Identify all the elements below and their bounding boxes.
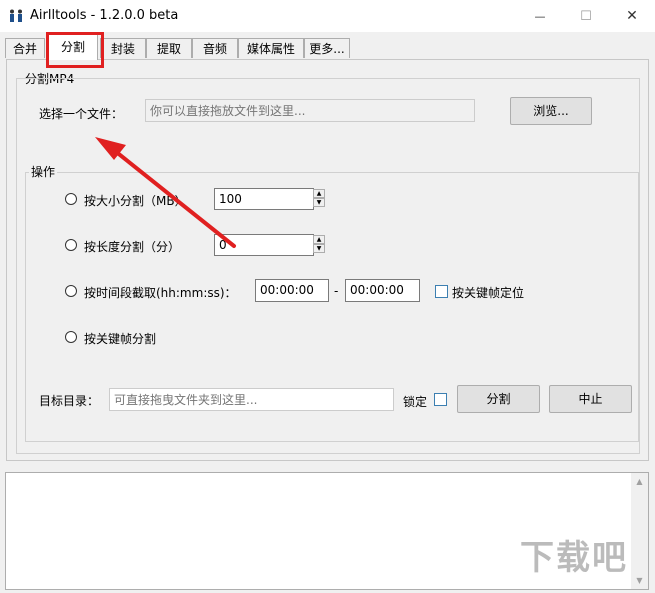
maximize-icon: ☐ [580, 8, 592, 24]
spin-up-icon[interactable]: ▲ [313, 235, 325, 244]
split-by-length-label: 按长度分割（分） [84, 240, 181, 254]
split-button[interactable]: 分割 [457, 385, 540, 413]
watermark-logo: 下载吧 [520, 538, 628, 578]
spin-up-icon[interactable]: ▲ [313, 189, 325, 198]
tab-extract[interactable]: 提取 [146, 38, 192, 58]
size-spinner[interactable]: ▲ ▼ [313, 189, 327, 207]
target-dir-input[interactable] [109, 388, 394, 411]
spin-down-icon[interactable]: ▼ [313, 244, 325, 253]
scroll-up-icon[interactable]: ▲ [631, 477, 648, 486]
scroll-down-icon[interactable]: ▼ [631, 576, 648, 585]
tab-highlight-box [46, 32, 104, 68]
tab-package[interactable]: 封装 [100, 38, 146, 58]
target-dir-label: 目标目录： [39, 394, 100, 408]
minimize-icon: — [534, 9, 546, 23]
keyframe-locate-checkbox[interactable] [435, 285, 448, 298]
title-bar[interactable]: Airlltools - 1.2.0.0 beta — ☐ ✕ [0, 0, 655, 32]
end-time-input[interactable]: 00:00:00 [345, 279, 420, 302]
radio-cut-by-time[interactable] [65, 285, 77, 297]
maximize-button[interactable]: ☐ [563, 0, 609, 32]
stop-button[interactable]: 中止 [549, 385, 632, 413]
keyframe-locate-label: 按关键帧定位 [452, 286, 525, 300]
file-label: 选择一个文件： [39, 107, 124, 121]
operation-group-title: 操作 [29, 163, 58, 180]
start-time-input[interactable]: 00:00:00 [255, 279, 329, 302]
time-separator: - [334, 284, 339, 298]
cut-by-time-label: 按时间段截取(hh:mm:ss)： [84, 286, 237, 300]
log-scrollbar[interactable]: ▲ ▼ [631, 473, 648, 589]
length-spinner[interactable]: ▲ ▼ [313, 235, 327, 253]
lock-label: 锁定 [403, 395, 428, 409]
close-icon: ✕ [626, 8, 638, 24]
tab-more[interactable]: 更多... [304, 38, 350, 58]
app-icon [10, 9, 22, 22]
tab-media-properties[interactable]: 媒体属性 [238, 38, 304, 58]
window-title: Airlltools - 1.2.0.0 beta [30, 8, 179, 23]
size-mb-input[interactable]: 100 [214, 188, 314, 210]
split-by-size-label: 按大小分割（MB） [84, 194, 187, 208]
radio-split-by-keyframe[interactable] [65, 331, 77, 343]
split-panel: 分割MP4 选择一个文件： 浏览... 操作 按大小分割（MB） 100 ▲ ▼… [6, 59, 649, 461]
length-minutes-input[interactable]: 0 [214, 234, 314, 256]
radio-split-by-length[interactable] [65, 239, 77, 251]
close-button[interactable]: ✕ [609, 0, 655, 32]
file-input[interactable] [145, 99, 475, 122]
radio-split-by-size[interactable] [65, 193, 77, 205]
tab-audio[interactable]: 音频 [192, 38, 238, 58]
tab-merge[interactable]: 合并 [5, 38, 45, 58]
lock-checkbox[interactable] [434, 393, 447, 406]
split-by-keyframe-label: 按关键帧分割 [84, 332, 157, 346]
minimize-button[interactable]: — [517, 0, 563, 32]
browse-button[interactable]: 浏览... [510, 97, 592, 125]
spin-down-icon[interactable]: ▼ [313, 198, 325, 207]
